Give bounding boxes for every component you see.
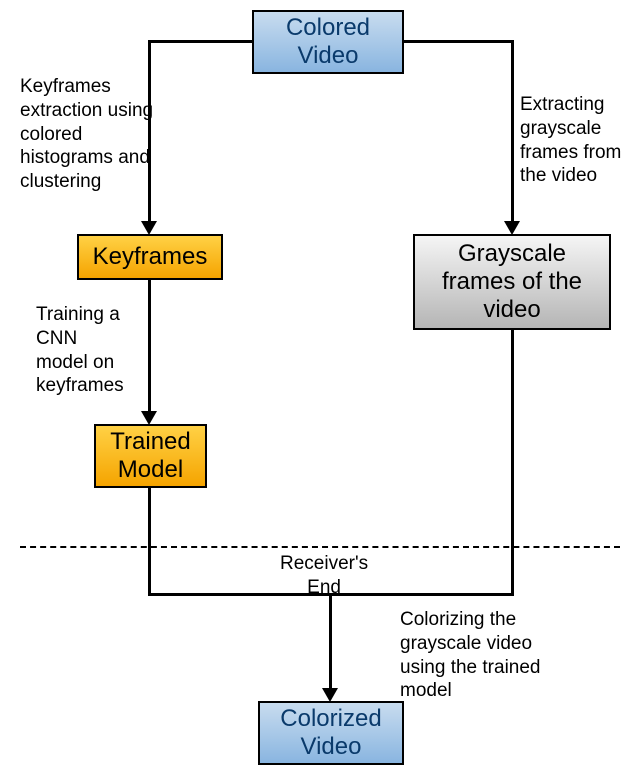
node-label: Trained Model xyxy=(110,428,190,484)
arrowhead xyxy=(141,221,157,235)
node-label: Colorized Video xyxy=(280,705,381,761)
label-text: Keyframes extraction using colored histo… xyxy=(20,75,153,194)
connector xyxy=(511,330,514,596)
divider-dashed xyxy=(20,546,620,548)
connector xyxy=(511,40,514,223)
label-colorizing: Colorizing the grayscale video using the… xyxy=(400,608,541,703)
connector xyxy=(148,280,151,413)
node-colorized-video: Colorized Video xyxy=(258,701,404,765)
node-label: Colored Video xyxy=(286,14,370,70)
node-label: Keyframes xyxy=(93,243,208,271)
node-colored-video: Colored Video xyxy=(252,10,404,74)
arrowhead xyxy=(141,411,157,425)
node-label: Grayscale frames of the video xyxy=(442,240,582,324)
label-text: Training a CNN model on keyframes xyxy=(36,303,124,398)
label-training-cnn: Training a CNN model on keyframes xyxy=(36,303,124,398)
arrowhead xyxy=(504,221,520,235)
label-extracting-grayscale: Extracting grayscale frames from the vid… xyxy=(520,93,621,188)
connector xyxy=(148,488,151,596)
node-keyframes: Keyframes xyxy=(77,234,223,280)
label-text: Extracting grayscale frames from the vid… xyxy=(520,93,621,188)
node-grayscale: Grayscale frames of the video xyxy=(413,234,611,330)
connector xyxy=(148,40,254,43)
label-text: Colorizing the grayscale video using the… xyxy=(400,608,541,703)
arrowhead xyxy=(322,688,338,702)
node-trained-model: Trained Model xyxy=(94,424,207,488)
connector xyxy=(329,593,332,690)
label-keyframes-extraction: Keyframes extraction using colored histo… xyxy=(20,75,153,194)
connector xyxy=(402,40,514,43)
